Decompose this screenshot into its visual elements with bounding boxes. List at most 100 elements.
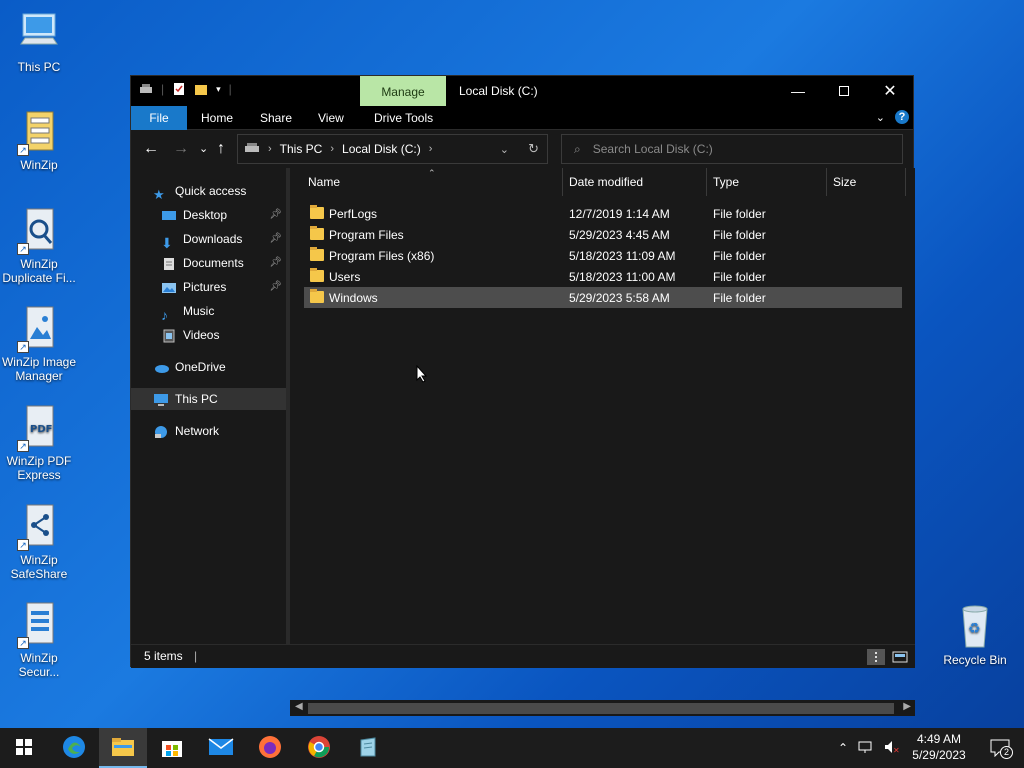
column-header-name[interactable]: Name xyxy=(308,175,340,189)
desktop-icon-winzip-secure[interactable]: ↗ WinZip Secur... xyxy=(0,601,78,679)
taskbar-file-explorer[interactable] xyxy=(99,728,147,768)
desktop-icon-winzip-duplicate[interactable]: ↗ WinZip Duplicate Fi... xyxy=(0,207,78,285)
desktop-icon-winzip-safeshare[interactable]: ↗ WinZip SafeShare xyxy=(0,503,78,581)
breadcrumb-local-disk[interactable]: Local Disk (C:) xyxy=(342,142,421,156)
tab-manage[interactable]: Manage xyxy=(360,76,446,106)
column-header-date[interactable]: Date modified xyxy=(569,175,643,189)
nav-music[interactable]: ♪ Music xyxy=(161,300,214,323)
nav-downloads[interactable]: ⬇ Downloads 📌︎ xyxy=(161,228,286,251)
action-center-button[interactable]: 2 xyxy=(976,728,1024,768)
taskbar-chrome[interactable] xyxy=(295,728,343,768)
desktop-icon-winzip-image-manager[interactable]: ↗ WinZip Image Manager xyxy=(0,305,78,383)
address-bar[interactable]: › This PC › Local Disk (C:) › ⌄ ↻ xyxy=(237,134,548,164)
this-pc-icon xyxy=(17,10,61,58)
network-status-icon[interactable] xyxy=(858,740,874,757)
desktop-icon-winzip[interactable]: ↗ WinZip xyxy=(0,108,78,172)
tab-view[interactable]: View xyxy=(318,106,344,130)
table-row[interactable]: Program Files 5/29/2023 4:45 AM File fol… xyxy=(304,224,902,245)
nav-pictures[interactable]: Pictures 📌︎ xyxy=(161,276,286,298)
back-arrow-icon[interactable]: ← xyxy=(143,140,159,158)
nav-desktop[interactable]: Desktop 📌︎ xyxy=(161,204,286,226)
nav-this-pc[interactable]: This PC xyxy=(131,388,286,410)
file-explorer-window: | ▾ | Manage Local Disk (C:) — ✕ File Ho… xyxy=(130,75,915,716)
file-name: PerfLogs xyxy=(329,207,378,221)
large-icons-view-icon[interactable] xyxy=(891,649,909,665)
show-hidden-icons-chevron-icon[interactable]: ⌃ xyxy=(838,741,848,755)
scroll-right-icon[interactable]: ▶ xyxy=(903,701,911,712)
desktop-icon-winzip-pdf-express[interactable]: PDF ↗ WinZip PDF Express xyxy=(0,404,78,482)
winzip-duplicate-icon: ↗ xyxy=(17,207,61,255)
maximize-button[interactable] xyxy=(821,76,867,106)
breadcrumb-separator-icon[interactable]: › xyxy=(429,143,433,155)
help-icon[interactable]: ? xyxy=(895,110,909,124)
desktop-icon-recycle-bin[interactable]: ♻ Recycle Bin xyxy=(936,603,1014,667)
new-folder-icon[interactable] xyxy=(194,82,208,96)
expand-ribbon-icon[interactable]: ⌄ xyxy=(876,111,885,124)
column-header-size[interactable]: Size xyxy=(833,175,856,189)
nav-network[interactable]: Network xyxy=(153,420,219,442)
properties-icon[interactable] xyxy=(172,82,186,96)
tab-file[interactable]: File xyxy=(131,106,187,130)
nav-onedrive[interactable]: OneDrive xyxy=(153,356,226,378)
clock[interactable]: 4:49 AM 5/29/2023 xyxy=(905,731,973,763)
file-name: Program Files (x86) xyxy=(329,249,435,263)
close-button[interactable]: ✕ xyxy=(867,76,913,106)
search-input[interactable]: ⌕ Search Local Disk (C:) xyxy=(561,134,903,164)
table-row[interactable]: Users 5/18/2023 11:00 AM File folder xyxy=(304,266,902,287)
window-title: Local Disk (C:) xyxy=(459,84,538,98)
breadcrumb-this-pc[interactable]: This PC xyxy=(280,142,323,156)
column-divider[interactable] xyxy=(826,168,827,196)
details-view-icon[interactable] xyxy=(867,649,885,665)
shortcut-arrow-icon: ↗ xyxy=(17,243,29,255)
desktop-icon-this-pc[interactable]: This PC xyxy=(0,10,78,74)
forward-arrow-icon[interactable]: → xyxy=(173,140,189,158)
pin-icon[interactable]: 📌︎ xyxy=(269,276,282,298)
refresh-icon[interactable]: ↻ xyxy=(528,141,539,157)
minimize-button[interactable]: — xyxy=(775,76,821,106)
desktop-icon-label: Recycle Bin xyxy=(943,653,1007,667)
taskbar-edge[interactable] xyxy=(50,728,98,768)
file-type: File folder xyxy=(713,207,766,221)
winzip-image-manager-icon: ↗ xyxy=(17,305,61,353)
file-name: Users xyxy=(329,270,361,284)
scroll-left-icon[interactable]: ◀ xyxy=(295,701,303,712)
sort-ascending-icon: ⌃ xyxy=(428,168,436,178)
pin-icon[interactable]: 📌︎ xyxy=(269,204,282,226)
column-divider[interactable] xyxy=(905,168,906,196)
column-divider[interactable] xyxy=(562,168,563,196)
nav-videos[interactable]: Videos xyxy=(161,324,219,346)
taskbar-store[interactable] xyxy=(148,728,196,768)
pin-icon[interactable]: 📌︎ xyxy=(269,252,282,274)
breadcrumb-separator-icon[interactable]: › xyxy=(330,143,334,155)
up-arrow-icon[interactable]: ↑ xyxy=(217,140,225,158)
breadcrumb-separator-icon[interactable]: › xyxy=(268,143,272,155)
tab-share[interactable]: Share xyxy=(260,106,292,130)
video-icon xyxy=(161,328,177,343)
tab-home[interactable]: Home xyxy=(201,106,233,130)
nav-quick-access[interactable]: ★ Quick access xyxy=(153,180,246,202)
scrollbar-thumb[interactable] xyxy=(308,703,894,714)
winzip-icon: ↗ xyxy=(17,108,61,156)
customize-qat-icon[interactable]: ▾ xyxy=(216,84,221,95)
taskbar-app[interactable] xyxy=(344,728,392,768)
start-button[interactable] xyxy=(0,728,48,768)
column-header-type[interactable]: Type xyxy=(713,175,739,189)
table-row[interactable]: Program Files (x86) 5/18/2023 11:09 AM F… xyxy=(304,245,902,266)
horizontal-scrollbar[interactable]: ◀ ▶ xyxy=(290,700,915,716)
address-dropdown-icon[interactable]: ⌄ xyxy=(500,143,509,156)
address-row: ← → ⌄ ↑ › This PC › Local Disk (C:) › ⌄ … xyxy=(131,130,913,168)
column-divider[interactable] xyxy=(706,168,707,196)
table-row[interactable]: PerfLogs 12/7/2019 1:14 AM File folder xyxy=(304,203,902,224)
nav-documents[interactable]: Documents 📌︎ xyxy=(161,252,286,274)
taskbar-mail[interactable] xyxy=(197,728,245,768)
tab-drive-tools[interactable]: Drive Tools xyxy=(374,106,433,130)
table-row[interactable]: Windows 5/29/2023 5:58 AM File folder xyxy=(304,287,902,308)
star-icon: ★ xyxy=(153,187,165,202)
folder-icon xyxy=(310,247,324,261)
recent-locations-chevron-icon[interactable]: ⌄ xyxy=(199,142,208,155)
taskbar-firefox[interactable] xyxy=(246,728,294,768)
qat-divider: | xyxy=(161,82,165,96)
title-bar: | ▾ | Manage Local Disk (C:) — ✕ xyxy=(131,76,913,106)
pin-icon[interactable]: 📌︎ xyxy=(269,228,282,250)
volume-muted-icon[interactable]: ✕ xyxy=(884,740,900,757)
